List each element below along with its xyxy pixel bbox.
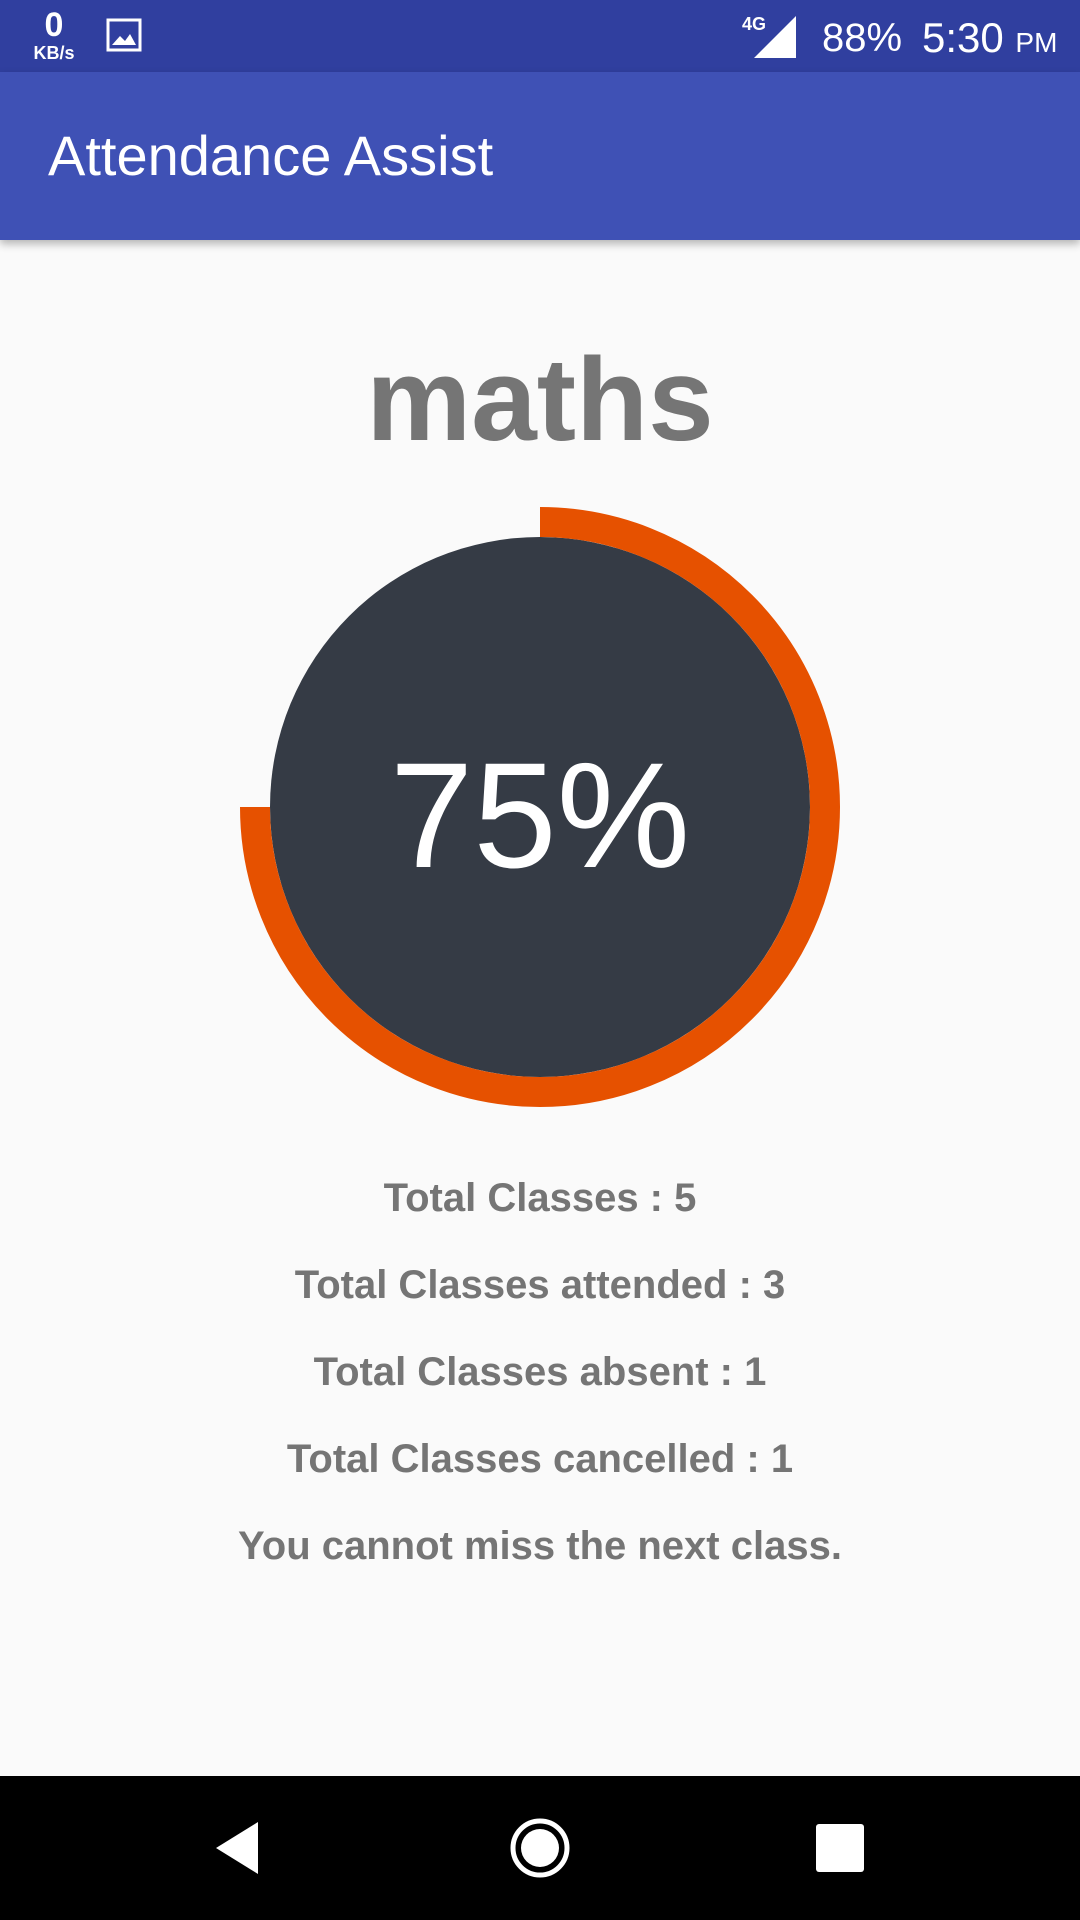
status-bar: 0 KB/s 4G 88% 5:30 PM — [0, 0, 1080, 72]
battery-percent: 88% — [822, 16, 903, 60]
total-classes: Total Classes : 5 — [383, 1176, 697, 1220]
image-icon — [106, 17, 142, 58]
attendance-advice: You cannot miss the next class. — [238, 1524, 842, 1568]
total-attended: Total Classes attended : 3 — [294, 1263, 786, 1307]
clock-ampm: PM — [1015, 27, 1058, 58]
network-speed-unit: KB/s — [33, 43, 75, 63]
home-icon — [510, 1818, 570, 1878]
navigation-bar — [0, 1776, 1080, 1920]
recents-button[interactable] — [790, 1798, 890, 1898]
network-speed-value: 0 — [44, 6, 64, 44]
network-type-label: 4G — [742, 14, 766, 34]
total-cancelled: Total Classes cancelled : 1 — [286, 1437, 794, 1481]
recents-icon — [816, 1824, 864, 1872]
home-button[interactable] — [490, 1798, 590, 1898]
network-speed: 0 KB/s — [26, 8, 82, 62]
back-button[interactable] — [190, 1798, 290, 1898]
clock-time: 5:30 — [922, 14, 1004, 61]
attendance-percent: 75% — [389, 731, 691, 899]
screen: 0 KB/s 4G 88% 5:30 PM Attendance Assist … — [0, 0, 1080, 1920]
back-icon — [216, 1822, 258, 1874]
signal-4g-icon: 4G — [742, 14, 798, 65]
app-bar: Attendance Assist — [0, 72, 1080, 240]
clock: 5:30 PM — [922, 14, 1057, 67]
total-absent: Total Classes absent : 1 — [313, 1350, 767, 1394]
subject-name: maths — [366, 334, 714, 466]
app-title: Attendance Assist — [48, 124, 494, 187]
